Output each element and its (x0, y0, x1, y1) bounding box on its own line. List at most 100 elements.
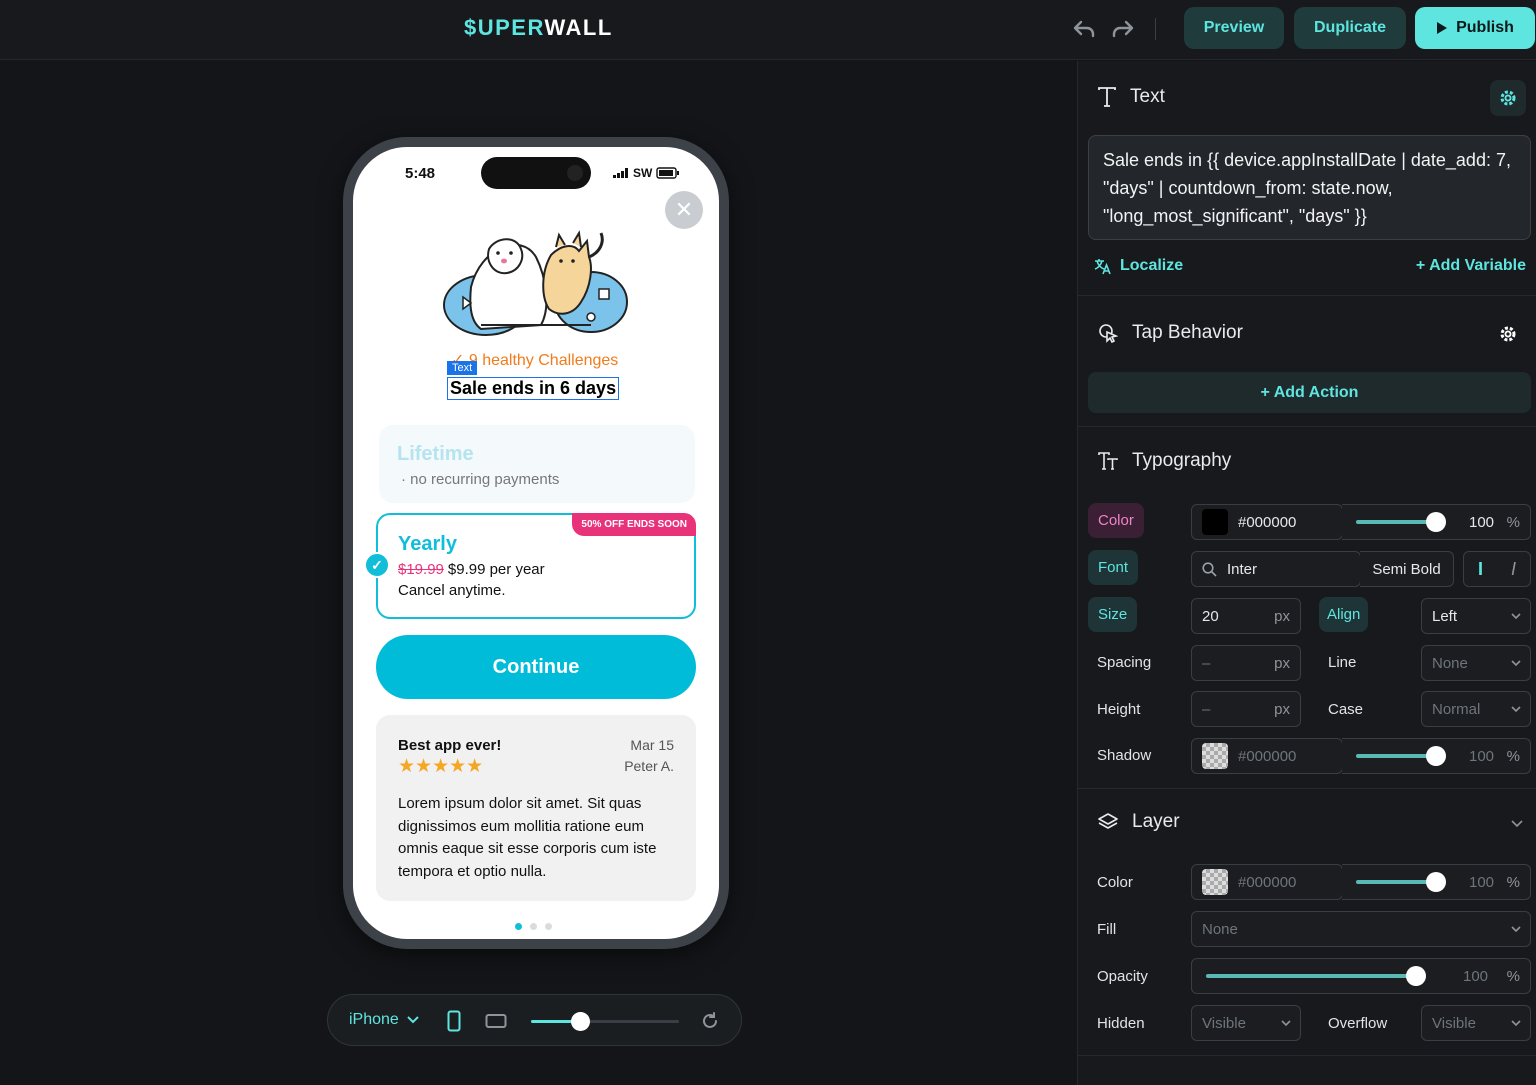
typography-color-opacity-slider[interactable] (1356, 512, 1446, 532)
hidden-select[interactable]: Visible (1191, 1005, 1301, 1041)
shadow-opacity-field[interactable]: 100% (1459, 738, 1531, 774)
section-divider (1078, 426, 1536, 427)
status-time: 5:48 (405, 165, 436, 182)
fill-label: Fill (1097, 921, 1117, 938)
star-rating: ★★★★★ (398, 756, 484, 777)
line-label: Line (1328, 654, 1357, 671)
yearly-title: Yearly (398, 533, 457, 555)
add-variable-button[interactable]: + Add Variable (1416, 257, 1526, 275)
gear-icon (1500, 90, 1516, 106)
text-section-header: Text (1098, 86, 1165, 108)
slider-knob[interactable] (1426, 512, 1446, 532)
text-settings-button[interactable] (1490, 80, 1526, 116)
page-dot[interactable] (530, 923, 537, 930)
review-title: Best app ever! (398, 737, 502, 754)
height-label: Height (1097, 701, 1141, 718)
dynamic-island (481, 157, 591, 189)
section-divider (1078, 295, 1536, 296)
italic-icon[interactable]: I (1511, 559, 1516, 580)
publish-button[interactable]: Publish (1415, 7, 1535, 49)
typography-header: Typography (1098, 450, 1231, 472)
text-cursor-icon[interactable]: I (1478, 559, 1483, 580)
typography-color-field[interactable]: #000000 (1191, 504, 1343, 540)
font-search-field[interactable]: Inter (1191, 551, 1361, 587)
phone-screen: 5:48 SW ✕ ✓ 9 healthy Challenges Text Sa… (353, 147, 719, 939)
text-content-input[interactable]: Sale ends in {{ device.appInstallDate | … (1088, 135, 1531, 240)
color-swatch[interactable] (1202, 509, 1228, 535)
close-icon: ✕ (674, 197, 694, 222)
cancel-note: Cancel anytime. (398, 582, 506, 599)
lifetime-title: Lifetime (397, 443, 474, 465)
new-price: $9.99 per year (447, 561, 545, 578)
typography-color-opacity-field[interactable]: 100% (1459, 504, 1531, 540)
hidden-label: Hidden (1097, 1015, 1145, 1032)
layer-color-opacity-slider[interactable] (1356, 872, 1446, 892)
lifetime-subtitle: · no recurring payments (401, 471, 560, 488)
lifetime-plan-card[interactable]: Lifetime · no recurring payments (379, 425, 695, 503)
chevron-down-icon (1511, 613, 1521, 620)
chevron-down-icon[interactable] (1510, 819, 1524, 829)
localize-button[interactable]: Localize (1094, 257, 1183, 275)
close-button[interactable]: ✕ (665, 191, 703, 229)
shadow-color-field[interactable]: #000000 (1191, 738, 1343, 774)
continue-button[interactable]: Continue (376, 635, 696, 699)
opacity-label: Opacity (1097, 968, 1148, 985)
carrier-label: SW (633, 166, 653, 180)
portrait-icon[interactable] (442, 1009, 466, 1033)
align-select[interactable]: Left (1421, 598, 1531, 634)
page-dot[interactable] (545, 923, 552, 930)
fill-select[interactable]: None (1191, 911, 1531, 947)
duplicate-button[interactable]: Duplicate (1294, 7, 1406, 49)
case-select[interactable]: Normal (1421, 691, 1531, 727)
font-size-field[interactable]: 20 px (1191, 598, 1301, 634)
chevron-down-icon (1511, 1020, 1521, 1027)
typography-color-label: Color (1088, 503, 1144, 538)
sale-ends-text[interactable]: Sale ends in 6 days (447, 377, 620, 400)
device-select[interactable]: iPhone (349, 1011, 419, 1029)
chevron-down-icon (1281, 1020, 1291, 1027)
align-label: Align (1319, 597, 1369, 632)
color-swatch[interactable] (1202, 869, 1228, 895)
zoom-slider[interactable] (531, 1012, 679, 1031)
refresh-icon[interactable] (698, 1009, 722, 1033)
font-label: Font (1088, 550, 1139, 585)
phone-frame: 5:48 SW ✕ ✓ 9 healthy Challenges Text Sa… (343, 137, 729, 949)
tap-behavior-header: Tap Behavior (1098, 322, 1243, 344)
layer-color-opacity-field[interactable]: 100% (1459, 864, 1531, 900)
layer-header[interactable]: Layer (1098, 811, 1180, 833)
line-select[interactable]: None (1421, 645, 1531, 681)
preview-button[interactable]: Preview (1184, 7, 1284, 49)
layers-icon (1098, 813, 1118, 829)
discount-badge: 50% OFF ENDS SOON (572, 513, 696, 536)
zoom-slider-knob[interactable] (570, 1012, 590, 1031)
opacity-slider[interactable] (1206, 966, 1426, 986)
add-action-button[interactable]: + Add Action (1088, 372, 1531, 413)
dog-cat-illustration (443, 230, 628, 336)
redo-icon[interactable] (1110, 16, 1136, 42)
search-icon (1202, 561, 1217, 577)
yearly-plan-card[interactable]: 50% OFF ENDS SOON Yearly $19.99 $9.99 per… (376, 513, 696, 619)
translate-icon (1094, 259, 1111, 275)
selection-tag: Text (447, 361, 478, 375)
tap-settings-button[interactable] (1490, 316, 1526, 352)
slider-knob[interactable] (1426, 872, 1446, 892)
landscape-icon[interactable] (484, 1009, 508, 1033)
page-dot[interactable] (515, 923, 522, 930)
font-weight-select[interactable]: Semi Bold (1360, 551, 1454, 587)
undo-icon[interactable] (1071, 16, 1097, 42)
spacing-field[interactable]: – px (1191, 645, 1301, 681)
tap-icon (1099, 324, 1118, 343)
shadow-opacity-slider[interactable] (1356, 746, 1446, 766)
signal-icon (613, 168, 628, 178)
slider-knob[interactable] (1426, 746, 1446, 766)
height-field[interactable]: – px (1191, 691, 1301, 727)
chevron-down-icon (1511, 706, 1521, 713)
battery-icon (656, 167, 680, 179)
slider-knob[interactable] (1406, 966, 1426, 986)
color-swatch[interactable] (1202, 743, 1228, 769)
overflow-select[interactable]: Visible (1421, 1005, 1531, 1041)
section-divider (1078, 1055, 1536, 1056)
superwall-logo: $UPERWALL (464, 15, 613, 40)
layer-color-field[interactable]: #000000 (1191, 864, 1343, 900)
opacity-field[interactable]: 100% (1441, 958, 1531, 994)
